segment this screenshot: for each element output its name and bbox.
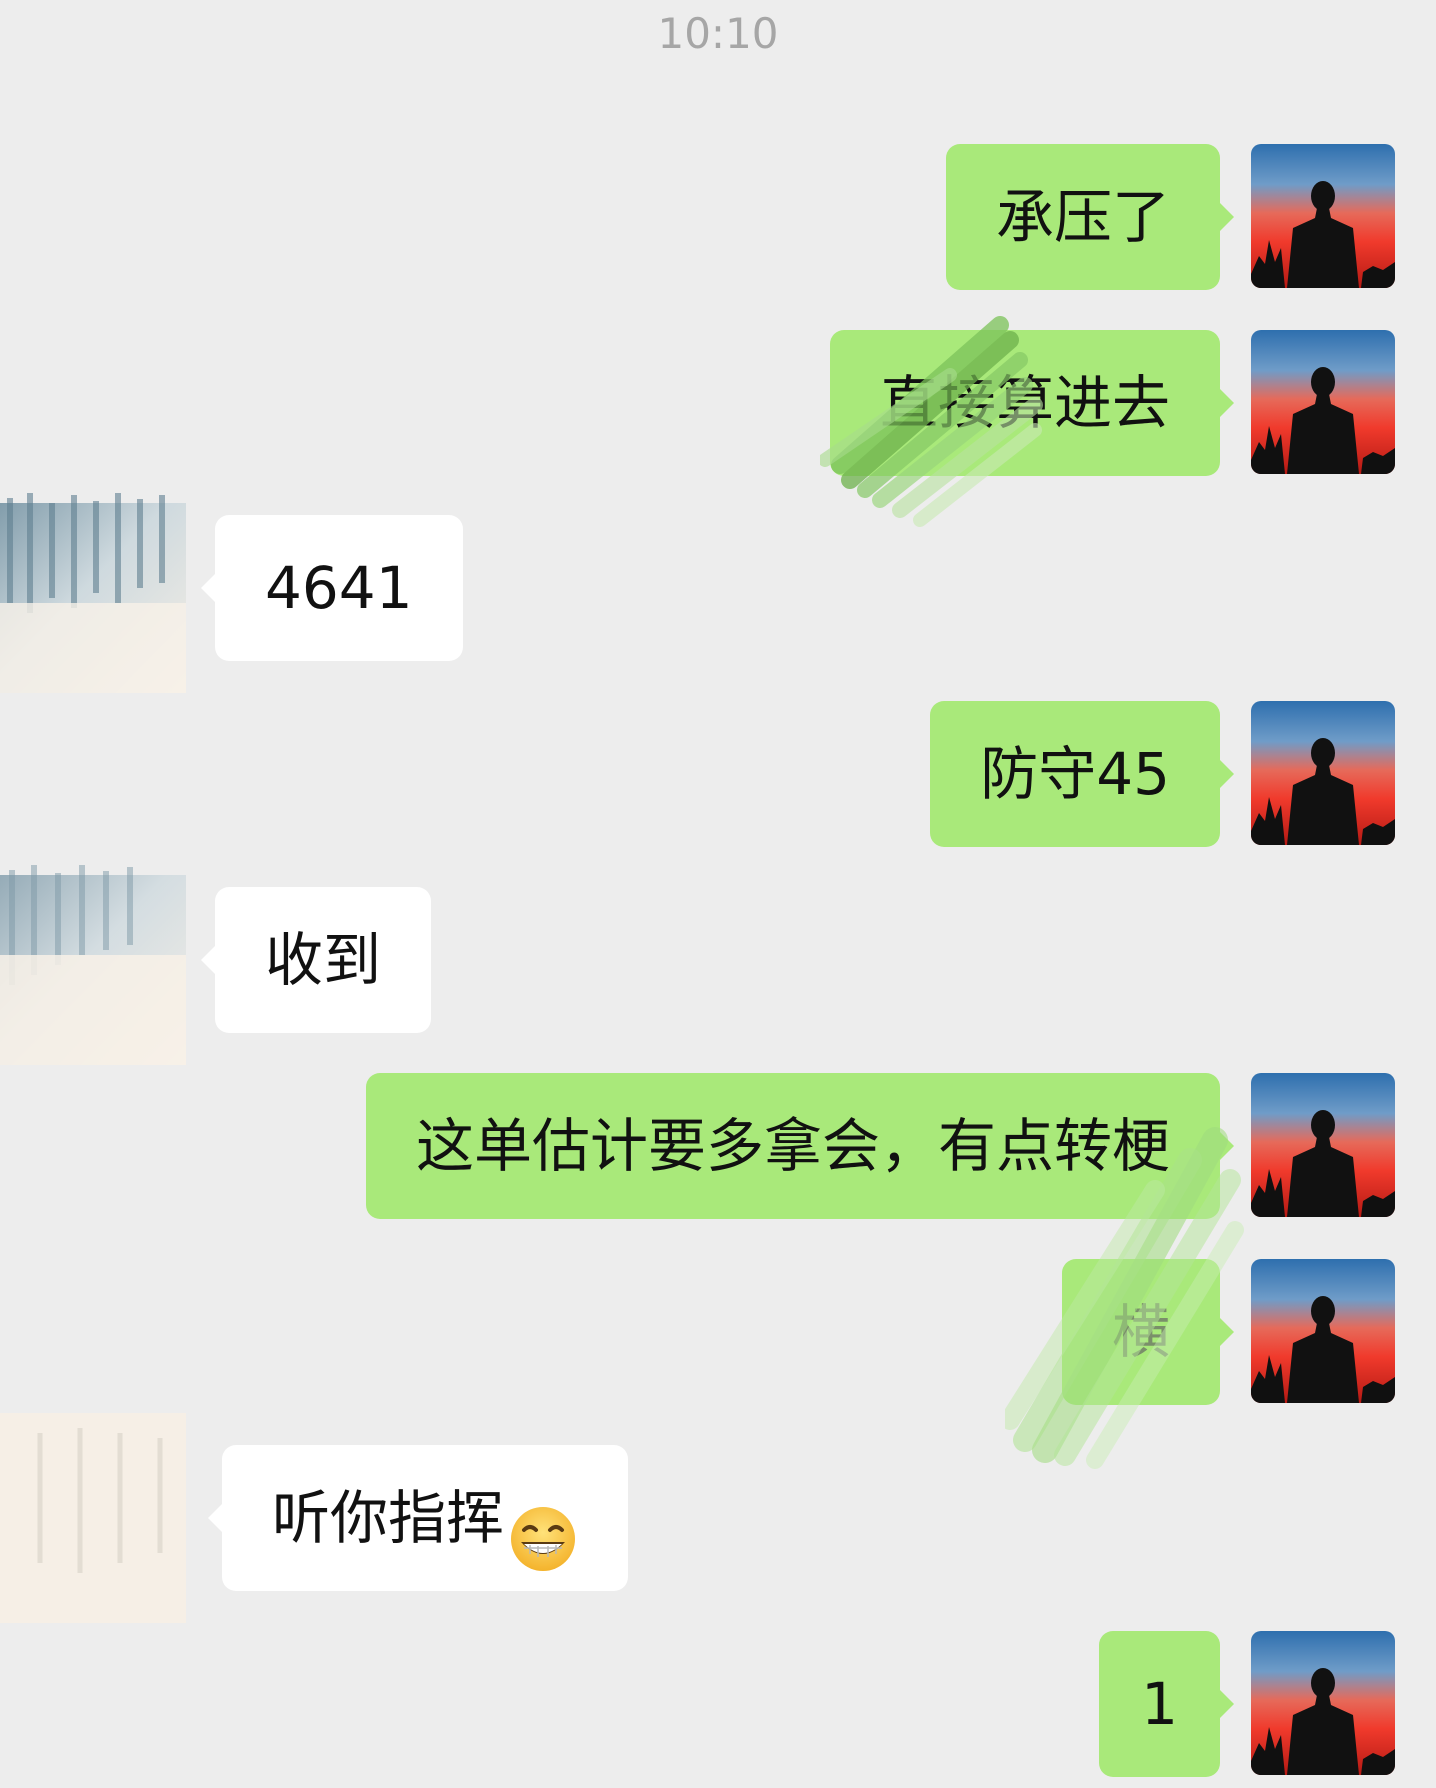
message-bubble[interactable]: 横 [1061,1259,1235,1405]
message-bubble[interactable]: 收到 [200,887,432,1033]
message-text: 听你指挥 [272,1484,505,1552]
message-bubble[interactable]: 4641 [201,515,463,661]
message-text: 收到 [265,926,382,994]
self-avatar[interactable] [1251,144,1395,288]
message-row: 听你指挥 [0,1413,1436,1623]
contact-avatar[interactable] [0,855,186,1065]
message-row: 防守45 [0,701,1436,847]
redacted-avatar-icon [0,483,186,693]
message-row: 横 [0,1259,1436,1405]
message-timestamp: 10:10 [657,9,779,58]
message-bubble[interactable]: 直接算进去 [829,330,1235,476]
message-text: 这单估计要多拿会，有点转梗 [415,1112,1170,1180]
message-row: 承压了 [0,144,1436,290]
self-avatar[interactable] [1251,1259,1395,1403]
message-bubble[interactable]: 这单估计要多拿会，有点转梗 [365,1073,1235,1219]
self-avatar[interactable] [1251,701,1395,845]
message-row: 1 [0,1631,1436,1777]
message-text: 直接算进去 [879,369,1170,437]
redacted-avatar-icon [0,1413,186,1623]
message-row: 收到 [0,855,1436,1065]
sunset-silhouette-avatar-icon [1251,1073,1395,1217]
message-row: 这单估计要多拿会，有点转梗 [0,1073,1436,1219]
message-text: 防守45 [980,740,1170,808]
sunset-silhouette-avatar-icon [1251,144,1395,288]
sunset-silhouette-avatar-icon [1251,1259,1395,1403]
message-bubble[interactable]: 听你指挥 [207,1445,629,1591]
message-bubble[interactable]: 承压了 [945,144,1235,290]
message-text: 1 [1141,1670,1178,1738]
message-text: 4641 [265,554,413,622]
sunset-silhouette-avatar-icon [1251,1631,1395,1775]
message-text: 横 [1111,1298,1170,1366]
message-bubble[interactable]: 防守45 [930,701,1234,847]
contact-avatar[interactable] [0,1413,186,1623]
sunset-silhouette-avatar-icon [1251,330,1395,474]
message-row: 4641 [0,483,1436,693]
self-avatar[interactable] [1251,330,1395,474]
self-avatar[interactable] [1251,1631,1395,1775]
sunset-silhouette-avatar-icon [1251,701,1395,845]
self-avatar[interactable] [1251,1073,1395,1217]
message-row: 直接算进去 [0,330,1436,476]
grinning-face-emoji-icon [508,1481,578,1571]
redacted-avatar-icon [0,855,186,1065]
message-text: 承压了 [995,183,1170,251]
message-bubble[interactable]: 1 [1099,1631,1234,1777]
contact-avatar[interactable] [0,483,186,693]
